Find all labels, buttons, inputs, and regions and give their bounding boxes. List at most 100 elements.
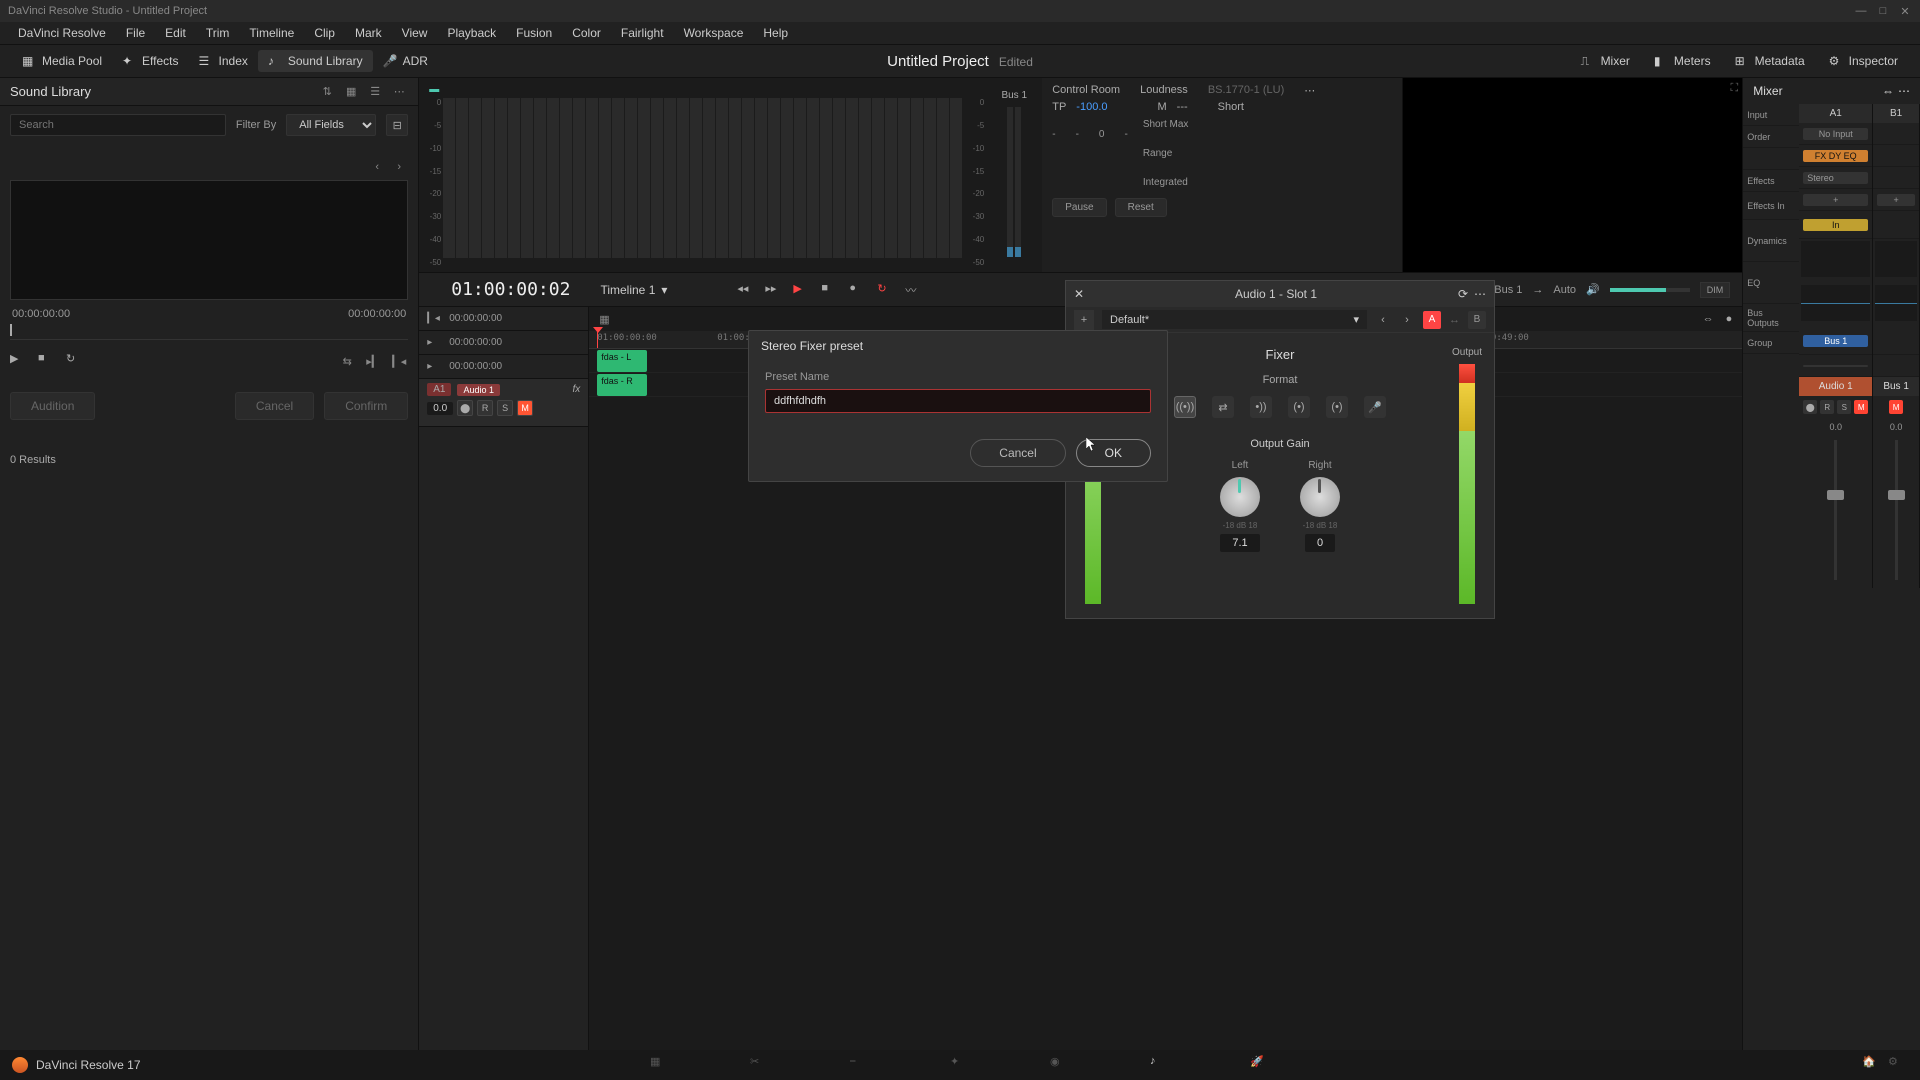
- list-view-icon[interactable]: ☰: [366, 83, 384, 101]
- rewind-icon[interactable]: ◂◂: [737, 282, 753, 298]
- format-right-icon[interactable]: (•): [1326, 396, 1348, 418]
- settings-icon[interactable]: ⚙: [1888, 1055, 1908, 1075]
- left-gain-knob[interactable]: [1220, 477, 1260, 517]
- mixer-button[interactable]: ⎍Mixer: [1571, 50, 1640, 72]
- play-icon[interactable]: ▶: [10, 352, 28, 370]
- grid-view-icon[interactable]: ▦: [342, 83, 360, 101]
- effects-add-b1[interactable]: +: [1877, 194, 1915, 206]
- search-input[interactable]: [10, 114, 226, 136]
- metadata-button[interactable]: ⊞Metadata: [1725, 50, 1815, 72]
- maximize-icon[interactable]: □: [1876, 4, 1890, 18]
- right-gain-value[interactable]: 0: [1305, 534, 1335, 552]
- menu-timeline[interactable]: Timeline: [239, 24, 304, 42]
- fader-a1[interactable]: 0.0: [1799, 418, 1872, 588]
- home-icon[interactable]: 🏠: [1862, 1055, 1882, 1075]
- menu-davinci[interactable]: DaVinci Resolve: [8, 24, 116, 42]
- bus-output-select[interactable]: Bus 1: [1803, 335, 1868, 347]
- plugin-add-icon[interactable]: +: [1074, 310, 1094, 330]
- menu-playback[interactable]: Playback: [437, 24, 506, 42]
- auto-label[interactable]: Auto: [1553, 284, 1576, 296]
- skip-prev-icon[interactable]: ▎◂: [390, 352, 408, 370]
- ctrl-room-options-icon[interactable]: ⋯: [1304, 84, 1315, 97]
- main-timecode[interactable]: 01:00:00:02: [431, 279, 590, 300]
- plugin-close-icon[interactable]: ✕: [1074, 287, 1084, 301]
- menu-fusion[interactable]: Fusion: [506, 24, 562, 42]
- close-icon[interactable]: ✕: [1898, 4, 1912, 18]
- next-icon[interactable]: ›: [390, 158, 408, 176]
- fader-b1[interactable]: 0.0: [1873, 418, 1919, 588]
- mute-btn-b1[interactable]: M: [1889, 400, 1903, 414]
- format-stereo-icon[interactable]: ((•)): [1174, 396, 1196, 418]
- loop-icon[interactable]: ↻: [877, 282, 893, 298]
- pause-button[interactable]: Pause: [1052, 198, 1106, 217]
- filter-select[interactable]: All Fields: [286, 114, 376, 136]
- effects-add[interactable]: +: [1803, 194, 1868, 206]
- preset-dropdown[interactable]: Default*▾: [1102, 310, 1367, 329]
- meters-button[interactable]: ▮Meters: [1644, 50, 1721, 72]
- cancel-button[interactable]: Cancel: [235, 392, 314, 420]
- rec-btn[interactable]: R: [1820, 400, 1834, 414]
- prev-icon[interactable]: ‹: [368, 158, 386, 176]
- expand-icon[interactable]: ⛶: [1731, 82, 1739, 95]
- zoom-tool-icon[interactable]: ⇔: [1703, 313, 1714, 325]
- forward-icon[interactable]: ▸▸: [765, 282, 781, 298]
- options-icon[interactable]: ⋯: [390, 83, 408, 101]
- eq-graph-b1[interactable]: [1875, 285, 1917, 321]
- sound-library-button[interactable]: ♪Sound Library: [258, 50, 373, 72]
- index-button[interactable]: ☰Index: [189, 50, 258, 72]
- solo-btn[interactable]: S: [1837, 400, 1851, 414]
- effects-button[interactable]: ✦Effects: [112, 50, 188, 72]
- adr-button[interactable]: 🎤ADR: [373, 50, 438, 72]
- dynamics-graph[interactable]: [1801, 241, 1870, 277]
- menu-workspace[interactable]: Workspace: [674, 24, 754, 42]
- plugin-options-icon[interactable]: ⋯: [1474, 287, 1486, 301]
- menu-fairlight[interactable]: Fairlight: [611, 24, 674, 42]
- playhead[interactable]: [597, 331, 598, 348]
- fusion-page-icon[interactable]: ✦: [950, 1055, 970, 1075]
- bus-indicator[interactable]: Bus 1: [1494, 284, 1522, 296]
- mixer-options-icon[interactable]: ⋯: [1898, 84, 1910, 98]
- b-button[interactable]: B: [1468, 311, 1486, 329]
- track-gain[interactable]: 0.0: [427, 402, 453, 415]
- menu-file[interactable]: File: [116, 24, 155, 42]
- timeline-selector[interactable]: Timeline 1 ▾: [590, 283, 677, 297]
- format-swap-icon[interactable]: ⇄: [1212, 396, 1234, 418]
- order-select[interactable]: FX DY EQ: [1803, 150, 1868, 162]
- left-gain-value[interactable]: 7.1: [1220, 534, 1259, 552]
- input-select[interactable]: No Input: [1803, 128, 1868, 140]
- menu-help[interactable]: Help: [753, 24, 798, 42]
- goto-start-icon[interactable]: ▎◂: [427, 313, 439, 324]
- record-icon[interactable]: ●: [849, 282, 865, 298]
- preset-next-icon[interactable]: ›: [1399, 314, 1415, 326]
- plugin-refresh-icon[interactable]: ⟳: [1458, 287, 1468, 301]
- arm-button[interactable]: ⬤: [457, 400, 473, 416]
- dialog-cancel-button[interactable]: Cancel: [970, 439, 1065, 467]
- audio-clip-r[interactable]: fdas - R: [597, 374, 647, 396]
- format-left-icon[interactable]: (•): [1288, 396, 1310, 418]
- effects-in-toggle[interactable]: In: [1803, 219, 1868, 231]
- fairlight-page-icon[interactable]: ♪: [1150, 1055, 1170, 1075]
- loop-icon[interactable]: ↻: [66, 352, 84, 370]
- mixer-expand-icon[interactable]: ⇔: [1882, 84, 1894, 98]
- inspector-button[interactable]: ⚙Inspector: [1819, 50, 1908, 72]
- group-select[interactable]: [1803, 365, 1868, 367]
- preset-name-input[interactable]: [765, 389, 1151, 413]
- track-header-a1[interactable]: A1 Audio 1 fx 0.0 ⬤ R S M: [419, 379, 588, 427]
- dim-button[interactable]: DIM: [1700, 282, 1731, 298]
- arm-btn[interactable]: ⬤: [1803, 400, 1817, 414]
- menu-color[interactable]: Color: [562, 24, 611, 42]
- reset-button[interactable]: Reset: [1115, 198, 1167, 217]
- media-page-icon[interactable]: ▦: [650, 1055, 670, 1075]
- fx-indicator[interactable]: fx: [572, 384, 580, 395]
- audition-button[interactable]: Audition: [10, 392, 95, 420]
- confirm-button[interactable]: Confirm: [324, 392, 408, 420]
- format-mic-icon[interactable]: 🎤: [1364, 396, 1386, 418]
- format-select[interactable]: Stereo: [1803, 172, 1868, 184]
- skip-next-icon[interactable]: ▸▎: [364, 352, 382, 370]
- right-gain-knob[interactable]: [1300, 477, 1340, 517]
- video-track-icon[interactable]: ▦: [599, 313, 609, 326]
- deliver-page-icon[interactable]: 🚀: [1250, 1055, 1270, 1075]
- color-page-icon[interactable]: ◉: [1050, 1055, 1070, 1075]
- filter-options-button[interactable]: ⊟: [386, 114, 408, 136]
- stop-icon[interactable]: ■: [821, 282, 837, 298]
